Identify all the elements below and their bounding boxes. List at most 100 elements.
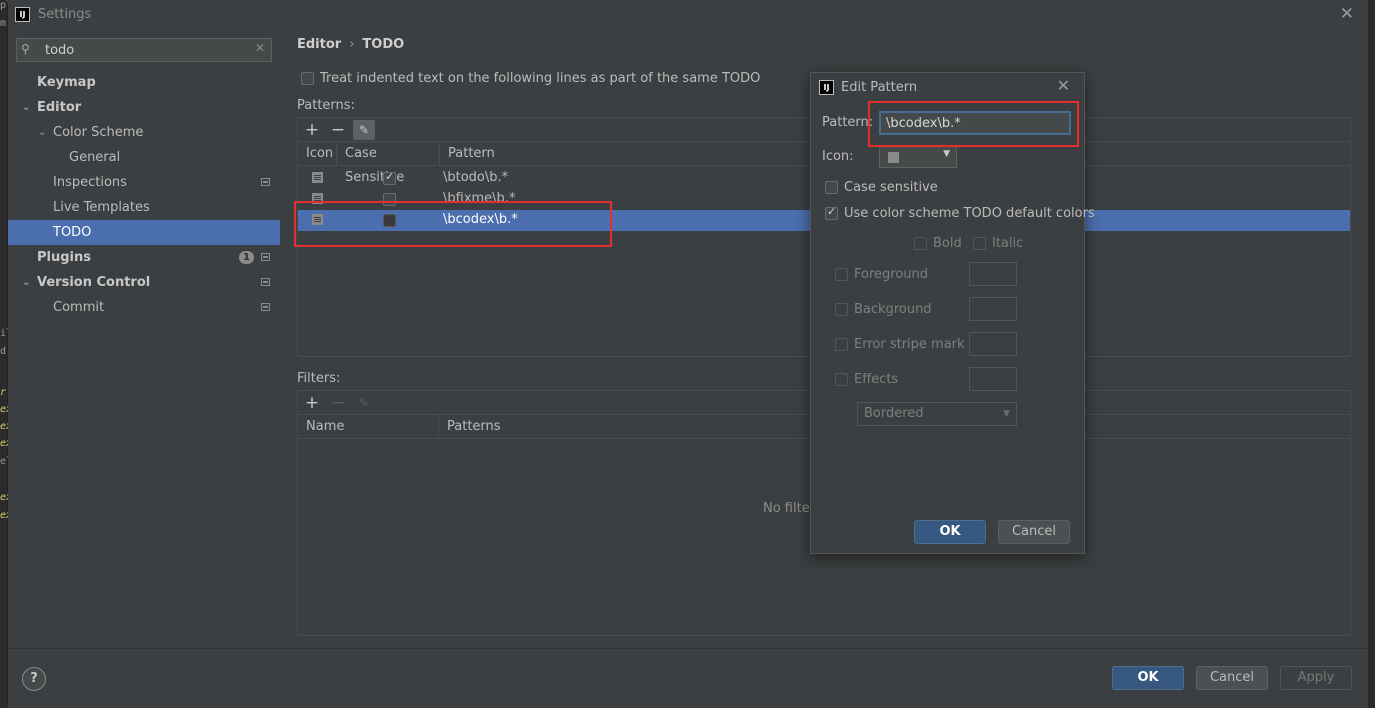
clear-search-icon[interactable]: ✕ [255, 41, 265, 55]
highlight-selected-row [294, 201, 612, 247]
sidebar-item-live-templates[interactable]: Live Templates [8, 195, 280, 220]
case-sensitive-checkbox[interactable] [825, 181, 838, 194]
sidebar-item-label: General [69, 150, 121, 165]
effect-type-select[interactable]: Bordered ▼ [857, 402, 1017, 426]
background-option[interactable]: Background [835, 302, 932, 317]
background-ide-edge: pl m il d r ex ex ex el ex ex [0, 0, 8, 708]
settings-window: IJ Settings ✕ ⚲ ✕ Keymap ⌄ Editor ⌄ Colo… [8, 0, 1368, 708]
error-stripe-checkbox[interactable] [835, 338, 848, 351]
title-bar: IJ Settings ✕ [8, 0, 1368, 30]
effects-color-swatch[interactable] [969, 367, 1017, 391]
chevron-down-icon: ▼ [1003, 409, 1010, 419]
foreground-option[interactable]: Foreground [835, 267, 928, 282]
italic-checkbox[interactable] [973, 237, 986, 250]
sidebar-item-inspections[interactable]: Inspections [8, 170, 280, 195]
use-default-colors-checkbox[interactable] [825, 205, 838, 220]
column-header-name[interactable]: Name [298, 415, 439, 439]
chevron-down-icon[interactable]: ⌄ [22, 270, 30, 295]
sidebar-item-label: TODO [53, 225, 92, 240]
column-header-case-sensitive[interactable]: Case Sensitive [337, 142, 440, 185]
help-button[interactable]: ? [22, 667, 46, 691]
treat-indented-option[interactable]: Treat indented text on the following lin… [301, 71, 760, 86]
bold-label: Bold [933, 236, 962, 251]
sidebar-item-label: Keymap [37, 75, 96, 90]
edit-pattern-button[interactable]: ✎ [353, 120, 375, 140]
project-scope-icon [261, 253, 270, 261]
cancel-button[interactable]: Cancel [1196, 666, 1268, 690]
sidebar-item-color-scheme[interactable]: ⌄ Color Scheme [8, 120, 280, 145]
sidebar-item-version-control[interactable]: ⌄ Version Control [8, 270, 280, 295]
background-color-swatch[interactable] [969, 297, 1017, 321]
sidebar-item-commit[interactable]: Commit [8, 295, 280, 320]
case-sensitive-checkbox[interactable] [383, 170, 396, 185]
dialog-cancel-button[interactable]: Cancel [998, 520, 1070, 544]
sidebar-item-todo[interactable]: TODO [8, 220, 280, 245]
breadcrumb-separator: › [349, 37, 355, 52]
use-default-colors-option[interactable]: Use color scheme TODO default colors [825, 205, 1095, 221]
foreground-label: Foreground [854, 267, 929, 282]
bold-option[interactable]: Bold [914, 236, 962, 251]
update-count-badge: 1 [239, 251, 254, 264]
filters-label: Filters: [297, 371, 341, 386]
remove-filter-button[interactable]: − [327, 393, 349, 413]
settings-search: ⚲ ✕ [16, 38, 272, 62]
background-label: Background [854, 302, 932, 317]
sidebar-item-plugins[interactable]: Plugins 1 [8, 245, 280, 270]
bold-checkbox[interactable] [914, 237, 927, 250]
patterns-label: Patterns: [297, 98, 355, 113]
chevron-down-icon[interactable]: ⌄ [22, 95, 30, 120]
apply-button[interactable]: Apply [1280, 666, 1352, 690]
effects-option[interactable]: Effects [835, 372, 898, 387]
icon-select[interactable]: ▼ [879, 146, 957, 168]
project-scope-icon [261, 278, 270, 286]
effect-type-value: Bordered [864, 406, 924, 421]
close-icon[interactable]: ✕ [1340, 4, 1354, 24]
error-stripe-label: Error stripe mark [854, 337, 965, 352]
chevron-down-icon[interactable]: ⌄ [38, 120, 46, 145]
column-header-icon[interactable]: Icon [298, 142, 337, 166]
sidebar-item-label: Live Templates [53, 200, 150, 215]
case-sensitive-label: Case sensitive [844, 180, 938, 195]
sidebar-item-label: Editor [37, 100, 82, 115]
pattern-text: \btodo\b.* [443, 170, 509, 185]
background-checkbox[interactable] [835, 303, 848, 316]
italic-label: Italic [992, 236, 1024, 251]
sidebar-item-keymap[interactable]: Keymap [8, 70, 280, 95]
sidebar-item-editor[interactable]: ⌄ Editor [8, 95, 280, 120]
treat-indented-checkbox[interactable] [301, 72, 314, 85]
chevron-down-icon: ▼ [943, 149, 950, 159]
dialog-title: Edit Pattern [841, 80, 918, 95]
remove-pattern-button[interactable]: − [327, 120, 349, 140]
edit-filter-button[interactable]: ✎ [353, 393, 375, 413]
use-default-colors-label: Use color scheme TODO default colors [844, 206, 1095, 221]
close-icon[interactable]: ✕ [1057, 76, 1070, 95]
icon-label: Icon: [822, 149, 854, 164]
sidebar-item-label: Inspections [53, 175, 127, 190]
intellij-app-icon: IJ [15, 7, 30, 22]
sidebar-item-label: Commit [53, 300, 105, 315]
dialog-ok-button[interactable]: OK [914, 520, 986, 544]
pattern-label: Pattern: [822, 115, 874, 130]
ok-button[interactable]: OK [1112, 666, 1184, 690]
filters-empty-text: No filter [763, 501, 816, 516]
italic-option[interactable]: Italic [973, 236, 1023, 251]
settings-sidebar: ⚲ ✕ Keymap ⌄ Editor ⌄ Color Scheme Gener… [8, 30, 280, 648]
search-input[interactable] [45, 41, 245, 59]
case-sensitive-option[interactable]: Case sensitive [825, 180, 938, 195]
error-stripe-color-swatch[interactable] [969, 332, 1017, 356]
highlight-pattern-input [868, 101, 1079, 147]
error-stripe-option[interactable]: Error stripe mark [835, 337, 965, 352]
breadcrumb-parent[interactable]: Editor [297, 37, 341, 52]
project-scope-icon [261, 303, 270, 311]
search-icon: ⚲ [21, 42, 30, 56]
sidebar-item-label: Color Scheme [53, 125, 144, 140]
effects-checkbox[interactable] [835, 373, 848, 386]
settings-tree: Keymap ⌄ Editor ⌄ Color Scheme General I… [8, 70, 280, 320]
background-ide-right-edge [1368, 0, 1375, 708]
window-title: Settings [38, 7, 92, 22]
foreground-checkbox[interactable] [835, 268, 848, 281]
foreground-color-swatch[interactable] [969, 262, 1017, 286]
add-filter-button[interactable]: + [301, 393, 323, 413]
sidebar-item-general[interactable]: General [8, 145, 280, 170]
add-pattern-button[interactable]: + [301, 120, 323, 140]
